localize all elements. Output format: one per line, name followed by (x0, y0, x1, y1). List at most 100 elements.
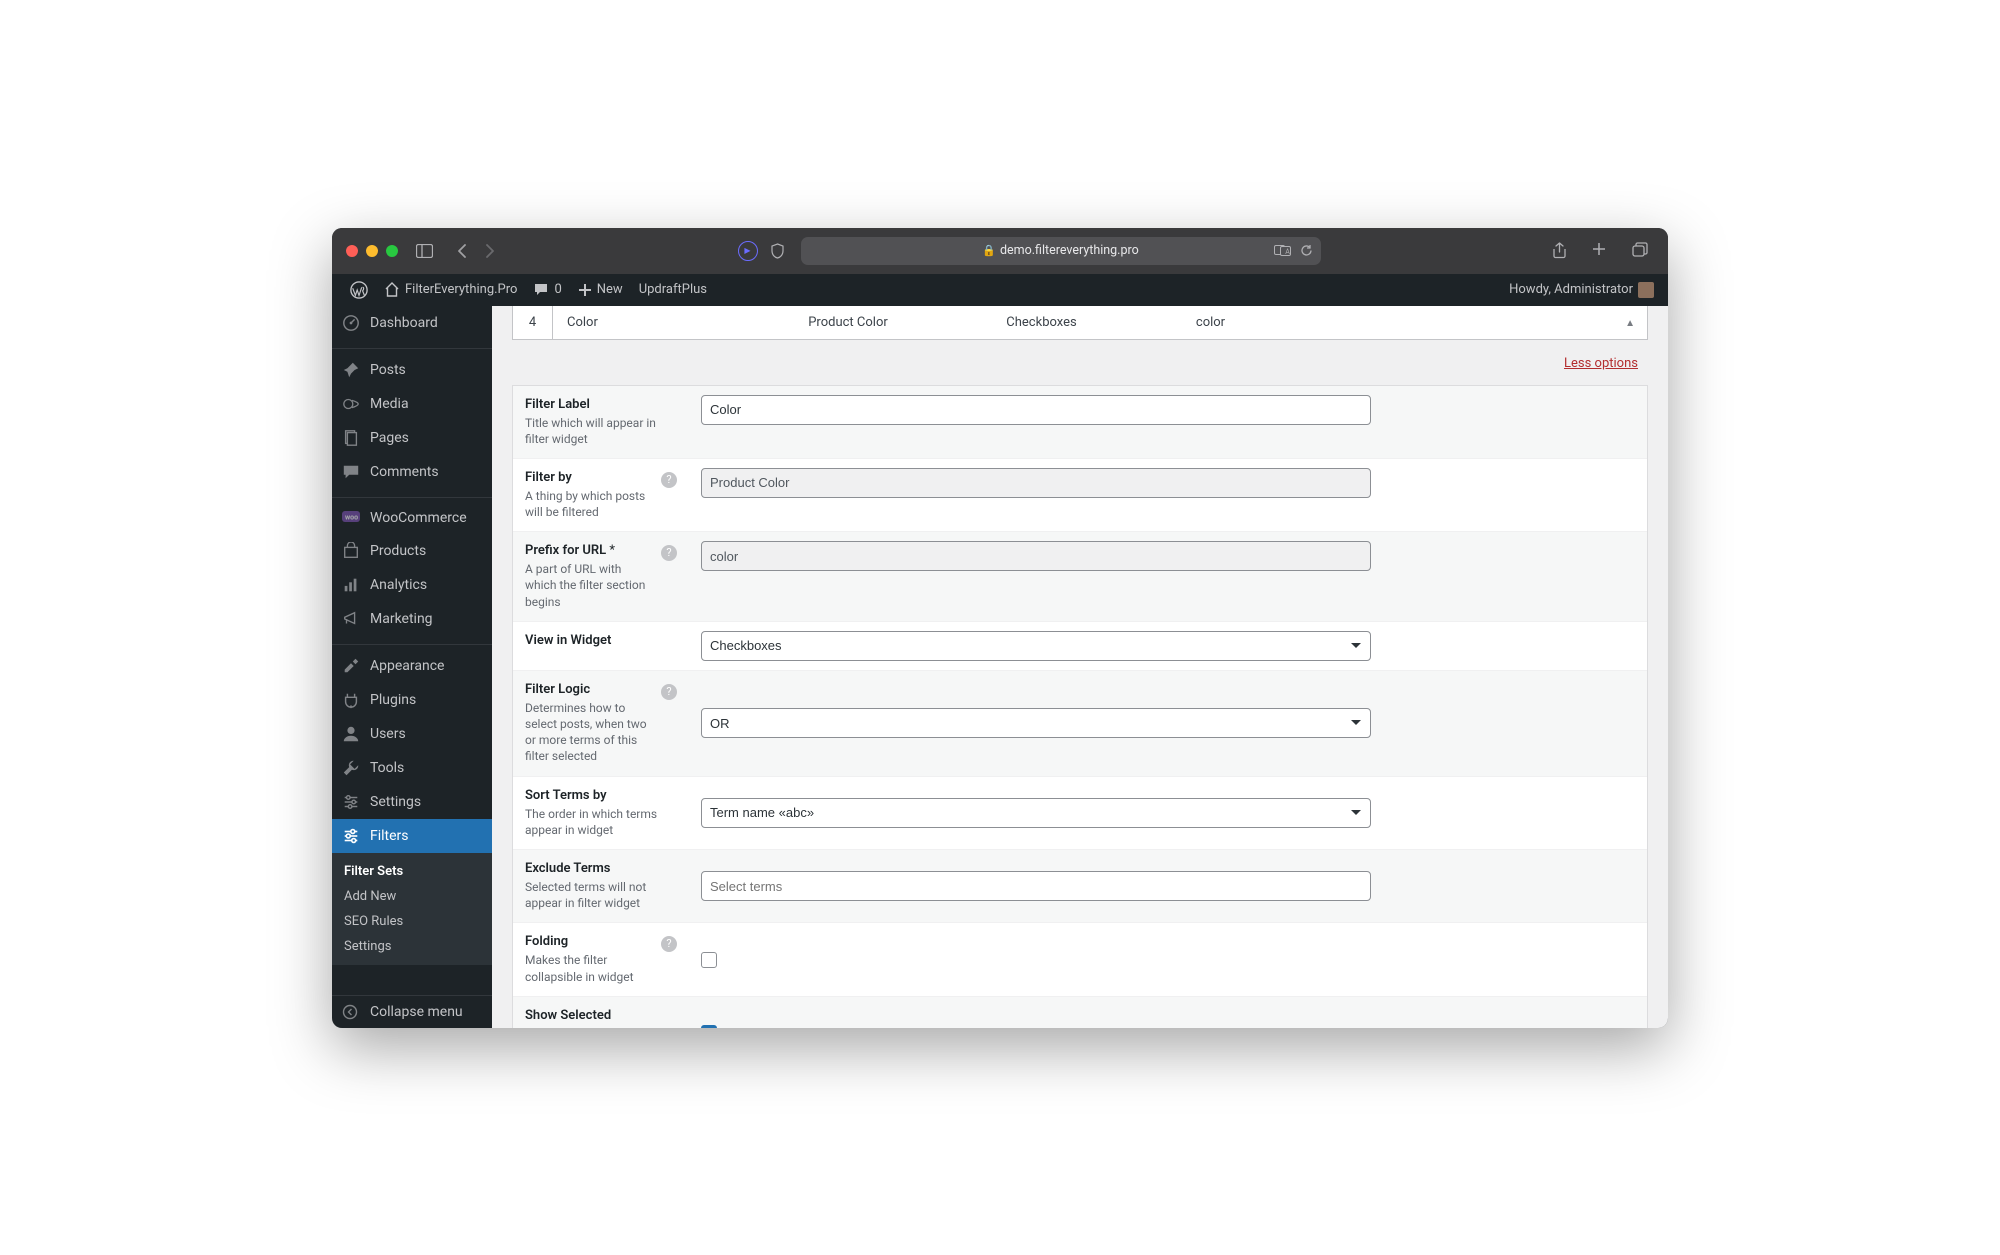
svg-text:A: A (1285, 248, 1290, 256)
submenu-settings[interactable]: Settings (332, 934, 492, 959)
filter-label-desc: Title which will appear in filter widget (525, 415, 677, 447)
menu-plugins[interactable]: Plugins (332, 683, 492, 717)
filter-form: Filter Label Title which will appear in … (512, 385, 1648, 1028)
nav-forward-icon[interactable] (484, 243, 506, 259)
users-icon (342, 725, 362, 743)
window-minimize-icon[interactable] (366, 245, 378, 257)
admin-menu: Dashboard Posts Media Pages (332, 306, 492, 1028)
privacy-shield-icon[interactable] (770, 243, 785, 259)
window-zoom-icon[interactable] (386, 245, 398, 257)
browser-chrome: ▶ 🔒 demo.filtereverything.pro A (332, 228, 1668, 274)
prefix-url-input[interactable] (701, 541, 1371, 571)
folding-checkbox[interactable] (701, 952, 717, 968)
filter-label-input[interactable] (701, 395, 1371, 425)
menu-separator (332, 493, 492, 498)
analytics-icon (342, 576, 362, 594)
new-content-link[interactable]: New (570, 274, 631, 306)
help-icon[interactable]: ? (661, 545, 677, 561)
submenu-add-new[interactable]: Add New (332, 884, 492, 909)
help-icon[interactable]: ? (661, 472, 677, 488)
submenu-filter-sets[interactable]: Filter Sets (332, 859, 492, 884)
row-filter-logic: Filter Logic Determines how to select po… (513, 671, 1647, 777)
site-name-link[interactable]: FilterEverything.Pro (376, 274, 525, 306)
sidebar-toggle-icon[interactable] (416, 244, 438, 258)
menu-comments[interactable]: Comments (332, 455, 492, 489)
updraftplus-link[interactable]: UpdraftPlus (631, 274, 715, 306)
help-icon[interactable]: ? (661, 936, 677, 952)
address-bar[interactable]: 🔒 demo.filtereverything.pro A (801, 237, 1321, 265)
tabs-overview-icon[interactable] (1632, 242, 1654, 259)
show-selected-checkbox[interactable]: ✓ (701, 1025, 717, 1028)
window-close-icon[interactable] (346, 245, 358, 257)
filter-header-row[interactable]: 4 Color Product Color Checkboxes color ▲ (512, 306, 1648, 340)
exclude-terms-desc: Selected terms will not appear in filter… (525, 879, 677, 911)
sort-terms-desc: The order in which terms appear in widge… (525, 806, 677, 838)
filter-view-header: Checkboxes (945, 306, 1138, 339)
row-view-widget: View in Widget Checkboxes (513, 622, 1647, 671)
comments-link[interactable]: 0 (525, 274, 569, 306)
menu-media[interactable]: Media (332, 387, 492, 421)
lock-icon: 🔒 (982, 244, 996, 257)
menu-filters[interactable]: Filters (332, 819, 492, 853)
filter-logic-select[interactable]: OR (701, 708, 1371, 738)
main-content: 4 Color Product Color Checkboxes color ▲… (492, 306, 1668, 1028)
dashboard-icon (342, 314, 362, 332)
share-icon[interactable] (1552, 242, 1574, 259)
menu-posts[interactable]: Posts (332, 353, 492, 387)
filter-by-input[interactable] (701, 468, 1371, 498)
menu-tools[interactable]: Tools (332, 751, 492, 785)
sort-terms-select[interactable]: Term name «abc» (701, 798, 1371, 828)
prefix-url-label: Prefix for URL * (525, 543, 653, 558)
traffic-lights (346, 245, 398, 257)
row-prefix-url: Prefix for URL * A part of URL with whic… (513, 532, 1647, 622)
avatar-icon (1638, 282, 1654, 298)
menu-pages[interactable]: Pages (332, 421, 492, 455)
sort-toggle[interactable]: ▲ (1283, 306, 1647, 339)
home-icon (384, 282, 400, 297)
new-label: New (597, 282, 623, 297)
filters-icon (342, 827, 362, 845)
nav-back-icon[interactable] (456, 243, 478, 259)
appearance-icon (342, 657, 362, 675)
menu-analytics[interactable]: Analytics (332, 568, 492, 602)
exclude-terms-input[interactable] (701, 871, 1371, 901)
plugins-icon (342, 691, 362, 709)
filter-logic-desc: Determines how to select posts, when two… (525, 700, 653, 765)
filter-url-header: color (1138, 306, 1283, 339)
menu-marketing[interactable]: Marketing (332, 602, 492, 636)
svg-text:woo: woo (345, 513, 358, 521)
menu-woocommerce[interactable]: woo WooCommerce (332, 502, 492, 534)
tools-icon (342, 759, 362, 777)
view-widget-select[interactable]: Checkboxes (701, 631, 1371, 661)
submenu-seo-rules[interactable]: SEO Rules (332, 909, 492, 934)
show-selected-desc: Show filter selected terms in the list o… (525, 1026, 677, 1028)
sort-terms-label: Sort Terms by (525, 788, 677, 803)
folding-label: Folding (525, 934, 653, 949)
less-options-link[interactable]: Less options (1564, 356, 1638, 371)
plus-icon (578, 283, 592, 297)
marketing-icon (342, 610, 362, 628)
menu-users[interactable]: Users (332, 717, 492, 751)
howdy-text: Howdy, Administrator (1509, 282, 1633, 297)
help-icon[interactable]: ? (661, 684, 677, 700)
collapse-icon (342, 1004, 362, 1020)
prefix-url-desc: A part of URL with which the filter sect… (525, 561, 653, 610)
menu-products[interactable]: Products (332, 534, 492, 568)
reader-icon[interactable]: ▶ (738, 241, 758, 261)
menu-settings[interactable]: Settings (332, 785, 492, 819)
filter-by-desc: A thing by which posts will be filtered (525, 488, 653, 520)
new-tab-icon[interactable] (1592, 242, 1614, 259)
site-name-text: FilterEverything.Pro (405, 282, 517, 297)
menu-appearance[interactable]: Appearance (332, 649, 492, 683)
menu-dashboard[interactable]: Dashboard (332, 306, 492, 340)
my-account-link[interactable]: Howdy, Administrator (1501, 282, 1658, 298)
wp-logo[interactable] (342, 274, 376, 306)
woocommerce-icon: woo (342, 511, 362, 525)
settings-icon (342, 793, 362, 811)
translate-icon[interactable]: A (1274, 244, 1292, 257)
collapse-menu[interactable]: Collapse menu (332, 995, 492, 1028)
reload-icon[interactable] (1300, 244, 1313, 257)
comments-count: 0 (554, 282, 561, 297)
row-show-selected: Show Selected Show filter selected terms… (513, 997, 1647, 1028)
comments-icon (342, 463, 362, 481)
